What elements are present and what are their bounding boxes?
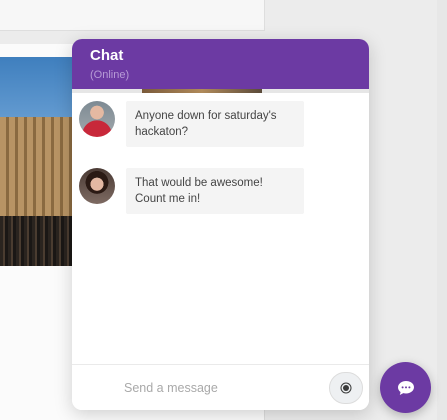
- header-divider: [72, 89, 369, 93]
- send-icon: [343, 385, 349, 391]
- avatar: [79, 168, 115, 204]
- chat-header[interactable]: Chat (Online): [72, 39, 369, 89]
- avatar: [79, 101, 115, 137]
- chat-status: (Online): [90, 69, 130, 81]
- chat-title: Chat: [90, 47, 124, 64]
- message-bubble: That would be awesome! Count me in!: [126, 168, 304, 214]
- send-button[interactable]: [329, 372, 363, 404]
- chat-bubble-icon: [397, 380, 414, 395]
- background-card-top: [0, 0, 265, 31]
- chat-launcher-button[interactable]: [380, 362, 431, 413]
- chat-footer: [72, 364, 369, 410]
- chat-window: Chat (Online) Anyone down for saturday's…: [72, 39, 369, 410]
- background-right-edge: [437, 0, 447, 420]
- message-input[interactable]: [122, 375, 326, 401]
- message-bubble: Anyone down for saturday's hackaton?: [126, 101, 304, 147]
